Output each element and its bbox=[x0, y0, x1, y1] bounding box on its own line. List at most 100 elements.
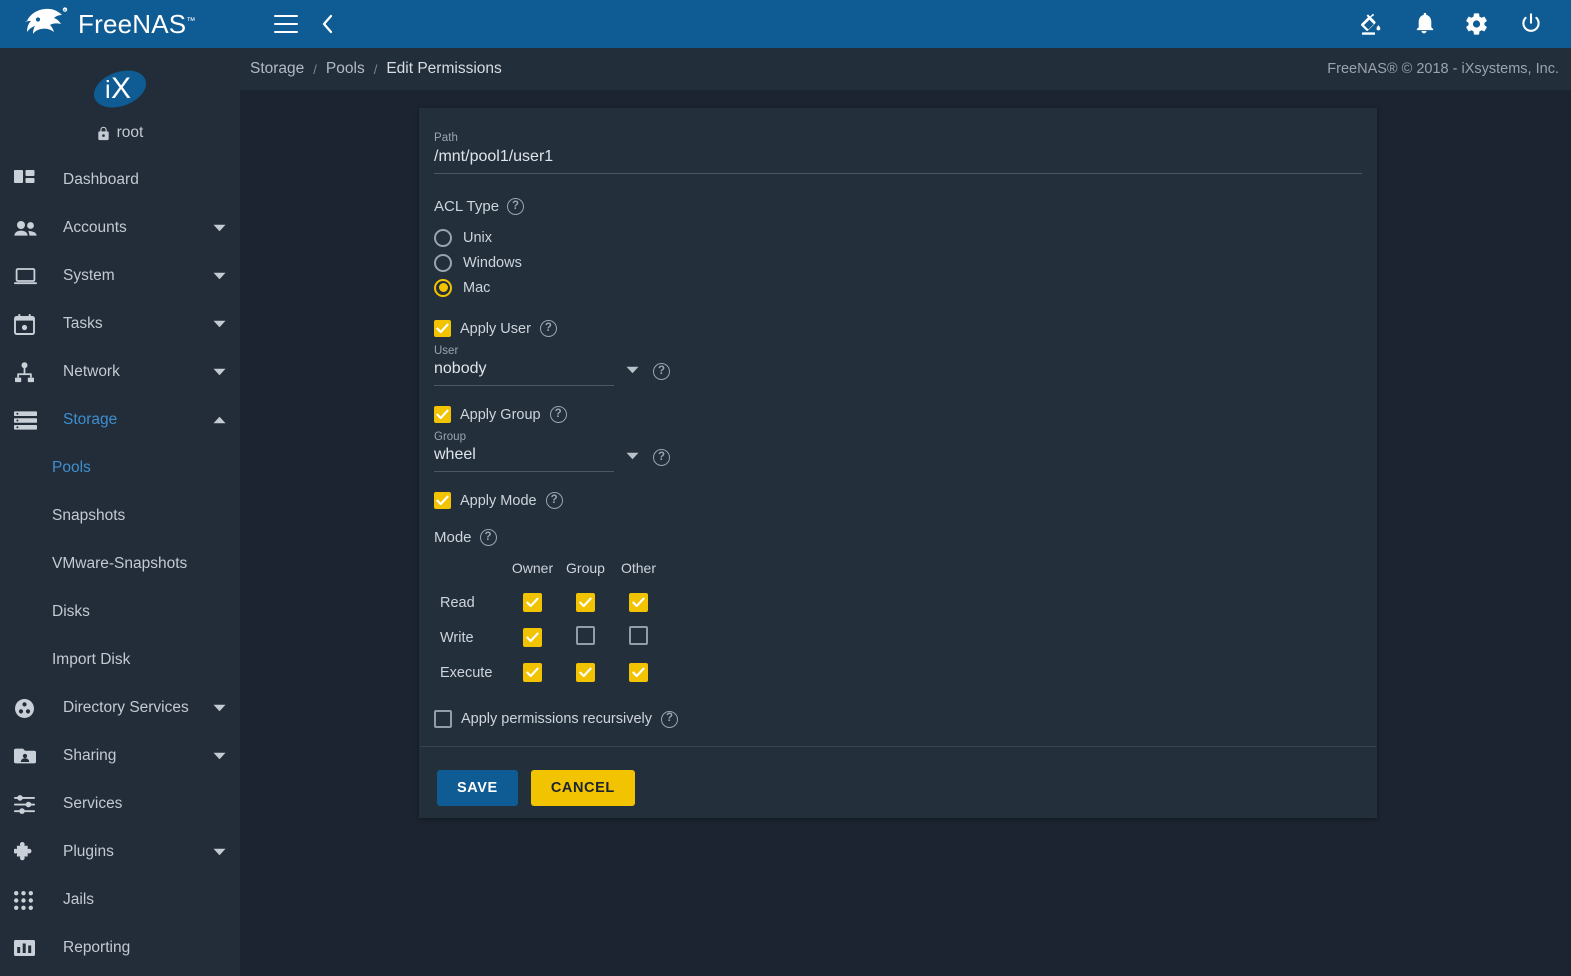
acl-type-help-icon[interactable]: ? bbox=[507, 198, 525, 215]
mode-cell-write-other bbox=[612, 620, 665, 656]
checkbox-checked-icon[interactable] bbox=[434, 406, 451, 423]
hamburger-icon[interactable] bbox=[274, 15, 298, 33]
path-field[interactable]: Path /mnt/pool1/user1 bbox=[434, 126, 1362, 174]
apply-user-help-icon[interactable]: ? bbox=[539, 320, 557, 337]
brand-logo: R FreeNAS™ bbox=[0, 0, 240, 48]
group-label: Group bbox=[434, 431, 466, 443]
chevron-down-icon[interactable] bbox=[213, 272, 226, 280]
checkbox-unchecked-icon[interactable] bbox=[576, 626, 595, 645]
checkbox-unchecked-icon[interactable] bbox=[629, 626, 648, 645]
checkbox-checked-icon[interactable] bbox=[629, 663, 648, 682]
network-icon bbox=[14, 361, 44, 383]
breadcrumb-separator: / bbox=[313, 61, 317, 77]
checkbox-checked-icon[interactable] bbox=[523, 663, 542, 682]
acl-type-group: ACL Type ? Unix Windows Mac bbox=[434, 198, 1353, 300]
mode-cell-read-other bbox=[612, 586, 665, 620]
apply-mode-checkbox-row[interactable]: Apply Mode ? bbox=[434, 492, 1353, 509]
chevron-down-icon[interactable] bbox=[213, 224, 226, 232]
acl-type-option-unix[interactable]: Unix bbox=[434, 225, 1353, 250]
breadcrumb-item-pools[interactable]: Pools bbox=[326, 60, 365, 78]
group-help-icon[interactable]: ? bbox=[653, 449, 670, 466]
save-button[interactable]: SAVE bbox=[437, 770, 518, 806]
checkbox-checked-icon[interactable] bbox=[576, 663, 595, 682]
sidebar-item-dashboard[interactable]: Dashboard bbox=[0, 156, 240, 204]
sidebar-item-network[interactable]: Network bbox=[0, 348, 240, 396]
power-icon[interactable] bbox=[1519, 12, 1543, 36]
user-select-wrap[interactable]: User nobody bbox=[434, 345, 614, 386]
checkbox-checked-icon[interactable] bbox=[434, 492, 451, 509]
chevron-down-icon[interactable] bbox=[213, 704, 226, 712]
ixsystems-logo-icon: i X bbox=[93, 70, 147, 108]
apply-recursively-label: Apply permissions recursively bbox=[461, 711, 652, 727]
mode-cell-execute-group bbox=[559, 656, 612, 690]
sidebar-item-sharing[interactable]: Sharing bbox=[0, 732, 240, 780]
checkbox-checked-icon[interactable] bbox=[523, 628, 542, 647]
theme-icon[interactable] bbox=[1359, 12, 1383, 36]
radio-unselected-icon[interactable] bbox=[434, 228, 452, 247]
sidebar-subitem-vmware-snapshots[interactable]: VMware-Snapshots bbox=[0, 540, 240, 588]
apply-user-checkbox-row[interactable]: Apply User ? bbox=[434, 320, 1353, 337]
apply-recursively-help-icon[interactable]: ? bbox=[660, 710, 678, 728]
user-select-value[interactable]: nobody bbox=[434, 360, 614, 386]
sidebar-item-accounts[interactable]: Accounts bbox=[0, 204, 240, 252]
chevron-down-icon[interactable] bbox=[213, 848, 226, 856]
checkbox-checked-icon[interactable] bbox=[523, 593, 542, 612]
apply-group-checkbox-row[interactable]: Apply Group ? bbox=[434, 406, 1353, 423]
sidebar-subitem-import-disk[interactable]: Import Disk bbox=[0, 636, 240, 684]
sidebar-user-row[interactable]: root bbox=[97, 124, 144, 142]
apply-recursively-checkbox-row[interactable]: Apply permissions recursively ? bbox=[434, 710, 1353, 746]
sidebar-subitem-pools[interactable]: Pools bbox=[0, 444, 240, 492]
apply-mode-help-icon[interactable]: ? bbox=[545, 492, 563, 509]
sidebar-item-system[interactable]: System bbox=[0, 252, 240, 300]
brand-wordmark: FreeNAS™ bbox=[78, 8, 196, 39]
cancel-button[interactable]: CANCEL bbox=[530, 770, 635, 806]
chevron-down-icon[interactable] bbox=[213, 752, 226, 760]
gear-icon[interactable] bbox=[1465, 12, 1489, 36]
chevron-down-icon[interactable] bbox=[626, 452, 639, 460]
group-select-wrap[interactable]: Group wheel bbox=[434, 431, 614, 472]
checkbox-checked-icon[interactable] bbox=[629, 593, 648, 612]
radio-selected-icon[interactable] bbox=[434, 278, 452, 297]
user-label: User bbox=[434, 345, 459, 357]
sidebar-item-tasks[interactable]: Tasks bbox=[0, 300, 240, 348]
storage-icon bbox=[14, 409, 44, 431]
bell-icon[interactable] bbox=[1413, 12, 1435, 36]
sidebar-item-label: Accounts bbox=[63, 219, 127, 236]
sidebar-user-label: root bbox=[116, 124, 144, 141]
acl-type-option-windows[interactable]: Windows bbox=[434, 250, 1353, 275]
services-sliders-icon bbox=[14, 793, 44, 815]
acl-type-option-mac[interactable]: Mac bbox=[434, 275, 1353, 300]
group-select-value[interactable]: wheel bbox=[434, 446, 614, 472]
chevron-down-icon[interactable] bbox=[213, 320, 226, 328]
sidebar-item-label: Jails bbox=[63, 891, 95, 908]
hamburger-line bbox=[274, 31, 298, 33]
path-input[interactable]: /mnt/pool1/user1 bbox=[434, 148, 1362, 174]
directory-services-icon bbox=[14, 697, 44, 719]
sidebar-item-jails[interactable]: Jails bbox=[0, 876, 240, 924]
sidebar-item-storage[interactable]: Storage bbox=[0, 396, 240, 444]
mode-cell-write-group bbox=[559, 620, 612, 656]
group-select-field: Group wheel ? bbox=[434, 431, 1353, 472]
sidebar-subitem-disks[interactable]: Disks bbox=[0, 588, 240, 636]
chevron-up-icon[interactable] bbox=[213, 416, 226, 424]
acl-type-label-row: ACL Type ? bbox=[434, 198, 1353, 215]
mode-cell-write-owner bbox=[506, 620, 559, 656]
chevron-down-icon[interactable] bbox=[626, 366, 639, 374]
chevron-left-icon[interactable] bbox=[320, 13, 334, 35]
sidebar-item-services[interactable]: Services bbox=[0, 780, 240, 828]
sidebar-item-plugins[interactable]: Plugins bbox=[0, 828, 240, 876]
breadcrumb-item-storage[interactable]: Storage bbox=[250, 60, 304, 78]
chevron-down-icon[interactable] bbox=[213, 368, 226, 376]
mode-label: Mode bbox=[434, 529, 472, 546]
radio-unselected-icon[interactable] bbox=[434, 253, 452, 272]
checkbox-unchecked-icon[interactable] bbox=[434, 710, 452, 728]
checkbox-checked-icon[interactable] bbox=[434, 320, 451, 337]
checkbox-checked-icon[interactable] bbox=[576, 593, 595, 612]
sidebar-item-directory-services[interactable]: Directory Services bbox=[0, 684, 240, 732]
sharing-folder-icon bbox=[14, 745, 44, 767]
sidebar-subitem-snapshots[interactable]: Snapshots bbox=[0, 492, 240, 540]
mode-help-icon[interactable]: ? bbox=[479, 529, 497, 546]
user-help-icon[interactable]: ? bbox=[653, 363, 670, 380]
apply-group-help-icon[interactable]: ? bbox=[549, 406, 567, 423]
sidebar-item-reporting[interactable]: Reporting bbox=[0, 924, 240, 972]
